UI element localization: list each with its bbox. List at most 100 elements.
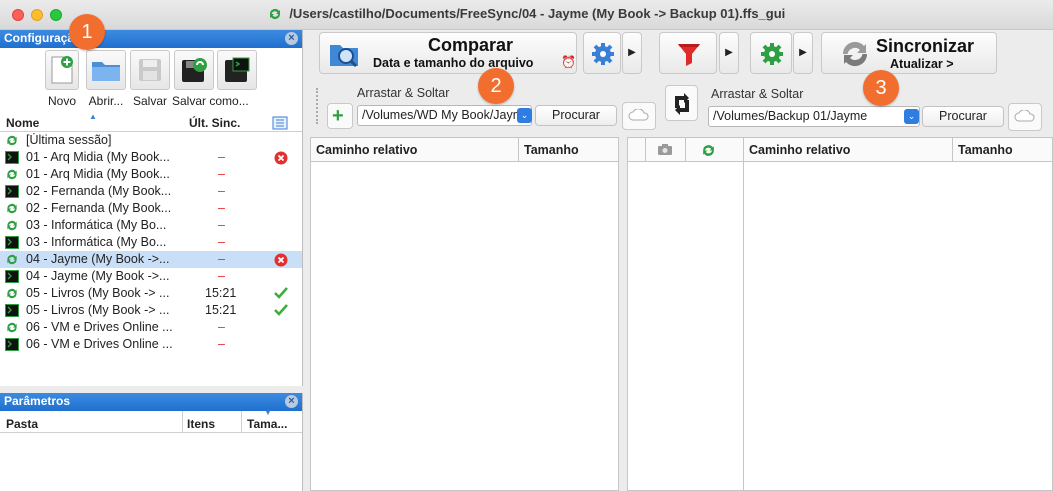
sync-config-icon — [5, 321, 19, 334]
sort-up-icon: ▲ — [89, 112, 97, 121]
config-name: 03 - Informática (My Bo... — [26, 235, 167, 249]
config-list-item[interactable]: 04 - Jayme (My Book ->... – — [0, 251, 302, 268]
save-label: Salvar — [132, 94, 167, 108]
camera-icon[interactable] — [657, 143, 673, 159]
open-config-button[interactable]: Abrir... — [84, 50, 128, 108]
cloud-icon — [1014, 108, 1036, 125]
save-as-label: Salvar como... — [172, 94, 249, 108]
sync-config-icon — [5, 219, 19, 232]
main-area: Comparar Data e tamanho do arquivo ⏰ ▶ ▶… — [310, 30, 1053, 491]
config-panel-header: Configuração × — [0, 30, 302, 48]
config-toolbar: Novo Abrir... Salvar Salvar como... — [40, 48, 300, 118]
save-config-button[interactable]: Salvar — [128, 50, 172, 108]
right-file-grid[interactable]: Caminho relativo Tamanho — [743, 137, 1053, 491]
filter-menu-arrow[interactable]: ▶ — [719, 32, 739, 74]
right-browse-button[interactable]: Procurar — [922, 106, 1004, 127]
right-cloud-button[interactable] — [1008, 103, 1042, 131]
open-folder-icon — [86, 50, 126, 90]
config-name: 05 - Livros (My Book -> ... — [26, 303, 170, 317]
chevron-down-icon[interactable]: ⌄ — [517, 108, 532, 123]
sync-direction-icon[interactable] — [701, 143, 716, 161]
left-col-size-header[interactable]: Tamanho — [524, 143, 579, 157]
last-sync-time: 15:21 — [205, 303, 237, 317]
success-check-icon — [274, 304, 288, 319]
config-list-item[interactable]: 01 - Arq Midia (My Book... – — [0, 149, 302, 166]
last-sync-time: – — [218, 337, 225, 351]
config-name: 04 - Jayme (My Book ->... — [26, 269, 170, 283]
compare-settings-button[interactable] — [583, 32, 621, 74]
config-name: 05 - Livros (My Book -> ... — [26, 286, 170, 300]
params-panel: Parâmetros × Pasta Itens Tama... ▼ — [0, 393, 303, 491]
middle-action-grid[interactable] — [627, 137, 744, 491]
sync-config-icon — [5, 287, 19, 300]
gear-icon-blue — [591, 42, 615, 69]
chevron-down-icon[interactable]: ⌄ — [904, 109, 919, 124]
add-folder-pair-button[interactable]: + — [327, 103, 353, 129]
config-name: [Última sessão] — [26, 133, 112, 147]
column-last-sync-header[interactable]: Últ. Sinc. — [189, 116, 240, 130]
save-batch-button[interactable] — [216, 50, 258, 90]
list-view-icon[interactable] — [272, 116, 288, 133]
sync-app-icon — [268, 7, 282, 24]
config-name: 02 - Fernanda (My Book... — [26, 201, 172, 215]
compare-button[interactable]: Comparar Data e tamanho do arquivo ⏰ — [319, 32, 577, 74]
config-name: 01 - Arq Midia (My Book... — [26, 167, 170, 181]
config-list-item[interactable]: 06 - VM e Drives Online ... – — [0, 319, 302, 336]
config-list-item[interactable]: 06 - VM e Drives Online ... – — [0, 336, 302, 353]
sync-subtitle: Atualizar > — [890, 57, 954, 71]
sync-menu-arrow[interactable]: ▶ — [793, 32, 813, 74]
config-list-item[interactable]: 01 - Arq Midia (My Book... – — [0, 166, 302, 183]
close-icon[interactable]: × — [285, 32, 298, 45]
save-as-disk-icon — [174, 50, 214, 90]
config-list-item[interactable]: [Última sessão] — [0, 132, 302, 149]
column-folder-header[interactable]: Pasta — [6, 417, 38, 431]
config-list-item[interactable]: 05 - Livros (My Book -> ... 15:21 — [0, 302, 302, 319]
right-col-path-header[interactable]: Caminho relativo — [749, 143, 850, 157]
batch-job-icon — [5, 185, 19, 198]
swap-icon — [672, 92, 692, 119]
last-sync-time: – — [218, 320, 225, 334]
sync-config-icon — [5, 168, 19, 181]
config-list-item[interactable]: 02 - Fernanda (My Book... – — [0, 183, 302, 200]
config-list-item[interactable]: 03 - Informática (My Bo... – — [0, 234, 302, 251]
last-sync-time: 15:21 — [205, 286, 237, 300]
annotation-badge-3: 3 — [863, 70, 899, 106]
right-drag-label: Arrastar & Soltar — [711, 87, 804, 101]
config-list-item[interactable]: 04 - Jayme (My Book ->... – — [0, 268, 302, 285]
annotation-badge-1: 1 — [69, 14, 105, 50]
column-name-header[interactable]: Nome — [6, 116, 39, 130]
right-folder-path-input[interactable]: /Volumes/Backup 01/Jayme — [708, 106, 920, 127]
config-list-item[interactable]: 05 - Livros (My Book -> ... 15:21 — [0, 285, 302, 302]
config-name: 06 - VM e Drives Online ... — [26, 337, 173, 351]
close-icon[interactable]: × — [285, 395, 298, 408]
annotation-badge-2: 2 — [478, 68, 514, 104]
left-col-path-header[interactable]: Caminho relativo — [316, 143, 417, 157]
swap-sides-button[interactable] — [665, 85, 698, 121]
right-col-size-header[interactable]: Tamanho — [958, 143, 1013, 157]
left-folder-path-input[interactable]: /Volumes/WD My Book/Jayme — [357, 105, 532, 126]
config-list-item[interactable]: 02 - Fernanda (My Book... – — [0, 200, 302, 217]
save-as-config-button[interactable]: Salvar como... — [172, 50, 249, 108]
new-config-button[interactable]: Novo — [40, 50, 84, 108]
batch-job-icon — [5, 304, 19, 317]
batch-job-icon — [5, 151, 19, 164]
compare-magnifier-icon — [328, 39, 360, 72]
sync-config-icon — [5, 202, 19, 215]
column-size-header[interactable]: Tama... — [247, 417, 287, 431]
compare-menu-arrow[interactable]: ▶ — [622, 32, 642, 74]
last-sync-time: – — [218, 269, 225, 283]
params-table-header: Pasta Itens Tama... ▼ — [0, 408, 302, 433]
config-name: 06 - VM e Drives Online ... — [26, 320, 173, 334]
synchronize-button[interactable]: Sincronizar Atualizar > — [821, 32, 997, 74]
success-check-icon — [274, 287, 288, 302]
left-cloud-button[interactable] — [622, 102, 656, 130]
sync-settings-button[interactable] — [750, 32, 792, 74]
column-items-header[interactable]: Itens — [187, 417, 215, 431]
config-panel: Configuração × Novo Abrir... Salvar Salv… — [0, 30, 303, 386]
filter-button[interactable] — [659, 32, 717, 74]
config-list-item[interactable]: 03 - Informática (My Bo... – — [0, 217, 302, 234]
last-sync-time: – — [218, 218, 225, 232]
left-browse-button[interactable]: Procurar — [535, 105, 617, 126]
last-sync-time: – — [218, 201, 225, 215]
left-file-grid[interactable]: Caminho relativo Tamanho — [310, 137, 619, 491]
